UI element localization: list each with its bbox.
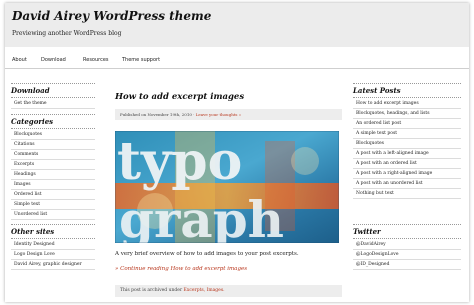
divider [11,238,95,239]
blog-page: David Airey WordPress theme Previewing a… [5,3,469,302]
divider [353,224,461,225]
site-tagline: Previewing another WordPress blog [12,30,122,37]
nav-theme-support[interactable]: Theme support [122,57,160,63]
divider [11,128,95,129]
twitter-account-item[interactable]: @DavidAirey [353,240,461,250]
latest-post-item[interactable]: How to add excerpt images [353,99,461,109]
site-title[interactable]: David Airey WordPress theme [12,9,211,23]
continue-reading-link[interactable]: » Continue reading How to add excerpt im… [115,266,247,272]
category-excerpts[interactable]: Excerpts [11,160,95,170]
latest-post-item[interactable]: A post with a left-aligned image [353,149,461,159]
svg-text:typo: typo [117,131,242,192]
sidebar-heading-latest-posts: Latest Posts [353,86,401,95]
category-blockquotes[interactable]: Blockquotes [11,130,95,140]
category-headings[interactable]: Headings [11,170,95,180]
typography-art: typo graph [115,131,339,243]
category-simple-text[interactable]: Simple text [11,200,95,210]
latest-post-item[interactable]: An ordered list post [353,119,461,129]
divider [353,83,461,84]
sidebar-heading-other-sites: Other sites [11,227,55,236]
divider [11,224,95,225]
latest-post-item[interactable]: Blockquotes, headings, and lists [353,109,461,119]
post-excerpt: A very brief overview of how to add imag… [115,251,299,257]
sidebar-item-get-the-theme[interactable]: Get the theme [11,99,95,109]
other-site-identity-designed[interactable]: Identity Designed [11,240,95,250]
divider [353,97,461,98]
twitter-account-item[interactable]: @LogoDesignLove [353,250,461,260]
archived-label: This post is archived under [120,288,183,293]
svg-text:graph: graph [119,190,284,243]
sidebar-heading-download: Download [11,86,50,95]
twitter-account-item[interactable]: @ID_Designed [353,260,461,270]
excerpt-image-typography[interactable]: typo graph [115,131,339,243]
other-site-david-airey[interactable]: David Airey, graphic designer [11,260,95,270]
nav-download[interactable]: Download [41,57,66,63]
post-meta: Published on November 19th, 2010 · Leave… [115,109,342,120]
post-date: Published on November 19th, 2010 · [120,112,195,117]
category-comments[interactable]: Comments [11,150,95,160]
leave-thoughts-link[interactable]: Leave your thoughts » [196,112,241,117]
divider [11,83,95,84]
nav-about[interactable]: About [12,57,27,63]
category-ordered-list[interactable]: Ordered list [11,190,95,200]
category-unordered-list[interactable]: Unordered list [11,210,95,220]
category-images[interactable]: Images [11,180,95,190]
latest-post-item[interactable]: A post with an ordered list [353,159,461,169]
nav-resources[interactable]: Resources [83,57,109,63]
main-navigation: About Download Resources Theme support [5,54,469,69]
category-citations[interactable]: Citations [11,140,95,150]
sidebar-heading-categories: Categories [11,117,54,126]
latest-post-item[interactable]: Nothing but text [353,189,461,199]
latest-post-item[interactable]: A post with a right-aligned image [353,169,461,179]
divider [11,97,95,98]
divider [11,114,95,115]
site-header: David Airey WordPress theme Previewing a… [5,3,469,47]
latest-post-item[interactable]: A post with an unordered list [353,179,461,189]
post-archived-box: This post is archived under Excerpts, Im… [115,285,342,297]
latest-post-item[interactable]: A simple text post [353,129,461,139]
other-site-logo-design-love[interactable]: Logo Design Love [11,250,95,260]
post-title[interactable]: How to add excerpt images [115,92,244,102]
latest-post-item[interactable]: Blockquotes [353,139,461,149]
sidebar-heading-twitter: Twitter [353,227,381,236]
divider [353,238,461,239]
archived-category-links[interactable]: Excerpts, Images. [184,288,225,293]
